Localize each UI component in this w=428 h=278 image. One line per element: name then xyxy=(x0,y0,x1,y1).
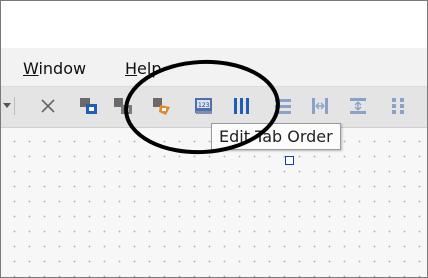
buddy-edit-icon[interactable] xyxy=(151,95,173,117)
dropdown-arrow-icon[interactable] xyxy=(2,95,12,117)
toolbar-separator xyxy=(14,97,15,115)
menu-window-label: indow xyxy=(38,59,87,78)
menu-help-label: elp xyxy=(137,59,162,78)
menu-window[interactable]: Window xyxy=(23,59,86,78)
menu-help[interactable]: Help xyxy=(125,59,161,78)
layout-vertical-icon[interactable] xyxy=(272,95,294,117)
tooltip: Edit Tab Order xyxy=(211,123,341,150)
menu-bar: Window Help xyxy=(1,48,427,87)
signals-slots-icon[interactable] xyxy=(112,95,134,117)
window-top-area xyxy=(1,1,427,48)
tab-order-icon[interactable]: 123 xyxy=(193,95,215,117)
form-layout-icon[interactable] xyxy=(78,95,100,117)
layout-hsplitter-icon[interactable] xyxy=(309,95,331,117)
menu-help-mnemonic: H xyxy=(125,59,138,78)
menu-window-mnemonic: W xyxy=(23,59,39,78)
close-icon[interactable] xyxy=(37,95,59,117)
selection-handle[interactable] xyxy=(285,156,294,165)
designer-window: Window Help 123 Edit Tab Order xyxy=(0,0,428,278)
layout-horizontal-icon[interactable] xyxy=(231,95,253,117)
layout-vsplitter-icon[interactable] xyxy=(347,95,369,117)
toolbar: 123 xyxy=(1,87,427,128)
form-canvas[interactable] xyxy=(1,128,427,277)
layout-grid-icon[interactable] xyxy=(388,95,410,117)
svg-text:123: 123 xyxy=(198,102,210,109)
